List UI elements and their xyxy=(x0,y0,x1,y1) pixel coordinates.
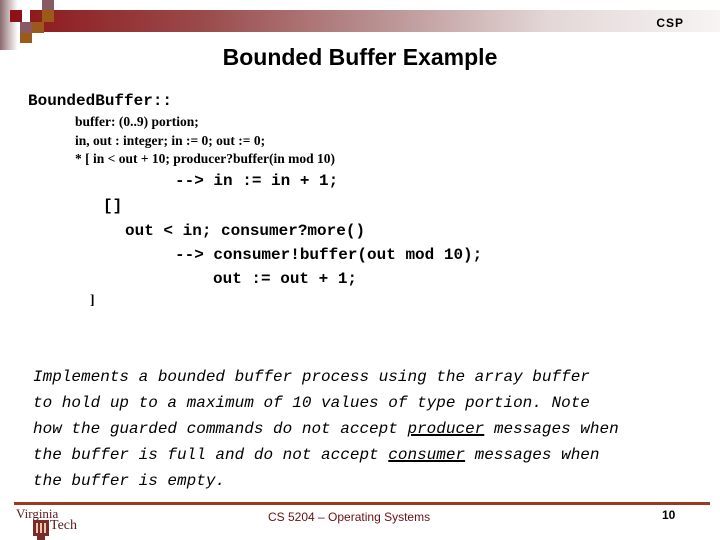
description-line-3-pre: how the guarded commands do not accept xyxy=(33,420,408,438)
description-line-4-post: messages when xyxy=(465,446,600,464)
section-label: CSP xyxy=(656,16,684,30)
logo-square-orange-bottom xyxy=(20,33,32,43)
logo-word-tech: Tech xyxy=(50,518,78,533)
page-number: 10 xyxy=(662,508,676,522)
description-line-5: the buffer is empty. xyxy=(33,472,226,490)
virginia-tech-logo: Virginia Tech xyxy=(16,506,96,540)
logo-square-mauve xyxy=(20,22,32,33)
code-class-name: BoundedBuffer:: xyxy=(28,92,173,110)
description-line-4-pre: the buffer is full and do not accept xyxy=(33,446,389,464)
header-gradient-bar: CSP xyxy=(30,10,720,32)
description-paragraph: Implements a bounded buffer process usin… xyxy=(33,364,713,494)
header-left-fade xyxy=(0,0,18,50)
code-line-alternative: [] xyxy=(103,197,123,215)
footer-course-name: CS 5204 – Operating Systems xyxy=(268,510,431,524)
logo-square-red xyxy=(10,10,22,22)
code-line-producer-guard: * [ in < out + 10; producer?buffer(in mo… xyxy=(75,151,336,166)
code-line-close-bracket: ] xyxy=(90,292,95,307)
code-line-in-out-decl: in, out : integer; in := 0; out := 0; xyxy=(75,133,266,148)
logo-square-orange-mid xyxy=(32,22,44,33)
description-line-2: to hold up to a maximum of 10 values of … xyxy=(33,394,590,412)
code-line-out-increment: out := out + 1; xyxy=(213,270,358,288)
description-line-1: Implements a bounded buffer process usin… xyxy=(33,368,590,386)
code-line-consumer-guard: out < in; consumer?more() xyxy=(125,222,366,240)
code-line-in-increment: --> in := in + 1; xyxy=(175,172,339,190)
code-line-buffer-decl: buffer: (0..9) portion; xyxy=(75,114,199,129)
logo-square-mauve-top xyxy=(42,0,54,10)
consumer-underlined: consumer xyxy=(388,446,466,464)
shield-bars-icon xyxy=(36,523,46,533)
slide-title: Bounded Buffer Example xyxy=(222,44,498,70)
producer-underlined: producer xyxy=(407,420,485,438)
code-line-consumer-send: --> consumer!buffer(out mod 10); xyxy=(175,246,483,264)
footer-rule xyxy=(14,502,710,505)
description-line-3-post: messages when xyxy=(484,420,619,438)
logo-square-orange-top xyxy=(42,10,54,22)
